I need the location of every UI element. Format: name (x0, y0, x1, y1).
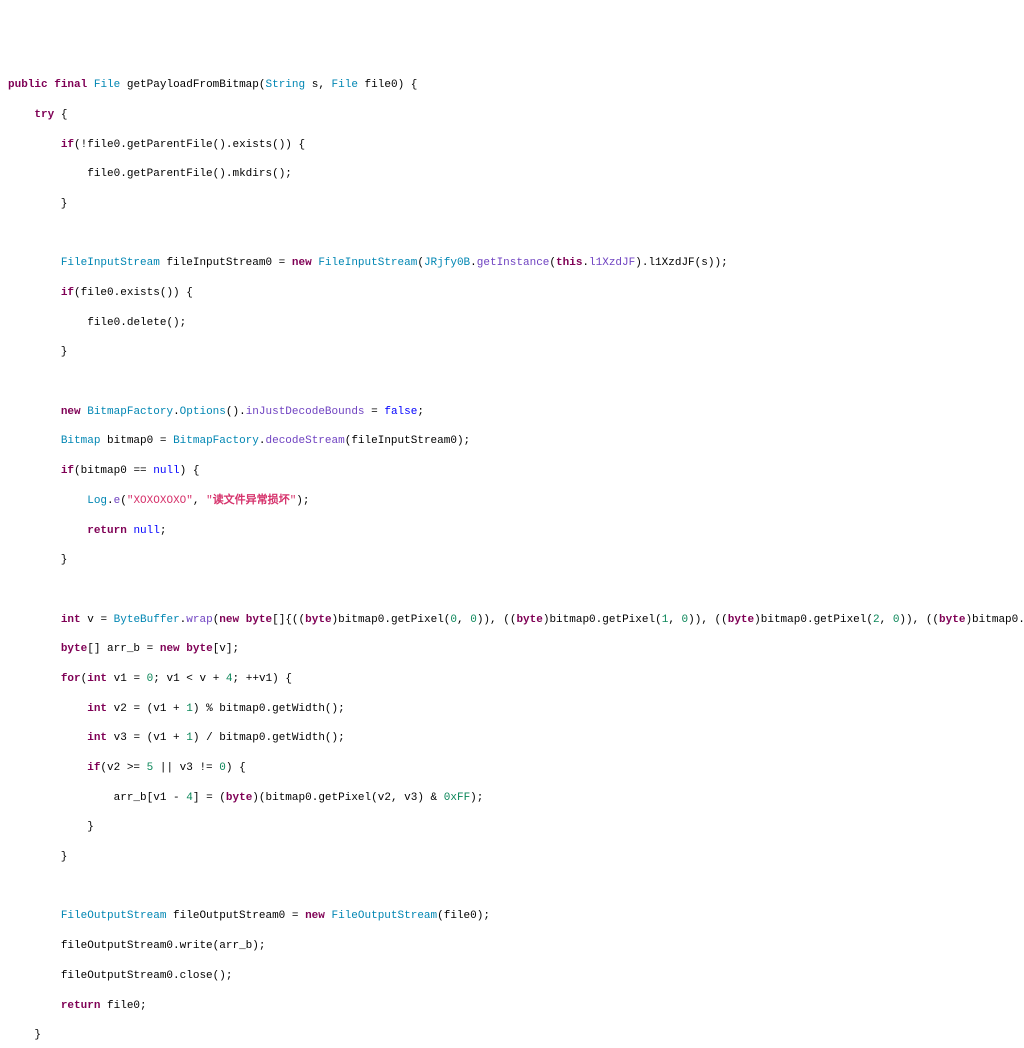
string-cjk-msg: 读文件异常损坏 (213, 495, 290, 507)
code-line: Log.e("XOXOXOXO", "读文件异常损坏"); (8, 494, 1016, 509)
method-name: getPayloadFromBitmap (127, 79, 259, 91)
code-line: file0.delete(); (8, 316, 1016, 331)
code-line: return file0; (8, 999, 1016, 1014)
code-line: } (8, 850, 1016, 865)
code-line: if(!file0.getParentFile().exists()) { (8, 138, 1016, 153)
code-line: for(int v1 = 0; v1 < v + 4; ++v1) { (8, 672, 1016, 687)
code-line: new BitmapFactory.Options().inJustDecode… (8, 405, 1016, 420)
code-line: public final File getPayloadFromBitmap(S… (8, 78, 1016, 93)
keyword-final: final (54, 79, 87, 91)
code-line: int v2 = (v1 + 1) % bitmap0.getWidth(); (8, 702, 1016, 717)
code-line: if(file0.exists()) { (8, 286, 1016, 301)
param-s: s (312, 79, 319, 91)
code-line: FileOutputStream fileOutputStream0 = new… (8, 909, 1016, 924)
code-line (8, 583, 1016, 598)
code-line: file0.getParentFile().mkdirs(); (8, 167, 1016, 182)
type-file: File (332, 79, 358, 91)
type-file: File (94, 79, 120, 91)
keyword-public: public (8, 79, 48, 91)
code-line: if(v2 >= 5 || v3 != 0) { (8, 761, 1016, 776)
code-line: int v3 = (v1 + 1) / bitmap0.getWidth(); (8, 731, 1016, 746)
code-block: public final File getPayloadFromBitmap(S… (8, 63, 1016, 1048)
code-line (8, 227, 1016, 242)
code-line (8, 880, 1016, 895)
code-line: } (8, 553, 1016, 568)
code-line (8, 375, 1016, 390)
code-line: arr_b[v1 - 4] = (byte)(bitmap0.getPixel(… (8, 791, 1016, 806)
code-line: int v = ByteBuffer.wrap(new byte[]{((byt… (8, 613, 1016, 628)
code-line: return null; (8, 524, 1016, 539)
code-line: } (8, 197, 1016, 212)
type-string: String (266, 79, 306, 91)
code-line: fileOutputStream0.close(); (8, 969, 1016, 984)
code-line: FileInputStream fileInputStream0 = new F… (8, 256, 1016, 271)
string-tag: "XOXOXOXO" (127, 495, 193, 507)
code-line: } (8, 1028, 1016, 1043)
code-line: Bitmap bitmap0 = BitmapFactory.decodeStr… (8, 434, 1016, 449)
code-line: fileOutputStream0.write(arr_b); (8, 939, 1016, 954)
code-line: try { (8, 108, 1016, 123)
code-line: if(bitmap0 == null) { (8, 464, 1016, 479)
code-line: byte[] arr_b = new byte[v]; (8, 642, 1016, 657)
param-file0: file0 (365, 79, 398, 91)
keyword-if: if (61, 139, 74, 151)
code-line: } (8, 820, 1016, 835)
code-line: } (8, 345, 1016, 360)
keyword-try: try (34, 109, 54, 121)
